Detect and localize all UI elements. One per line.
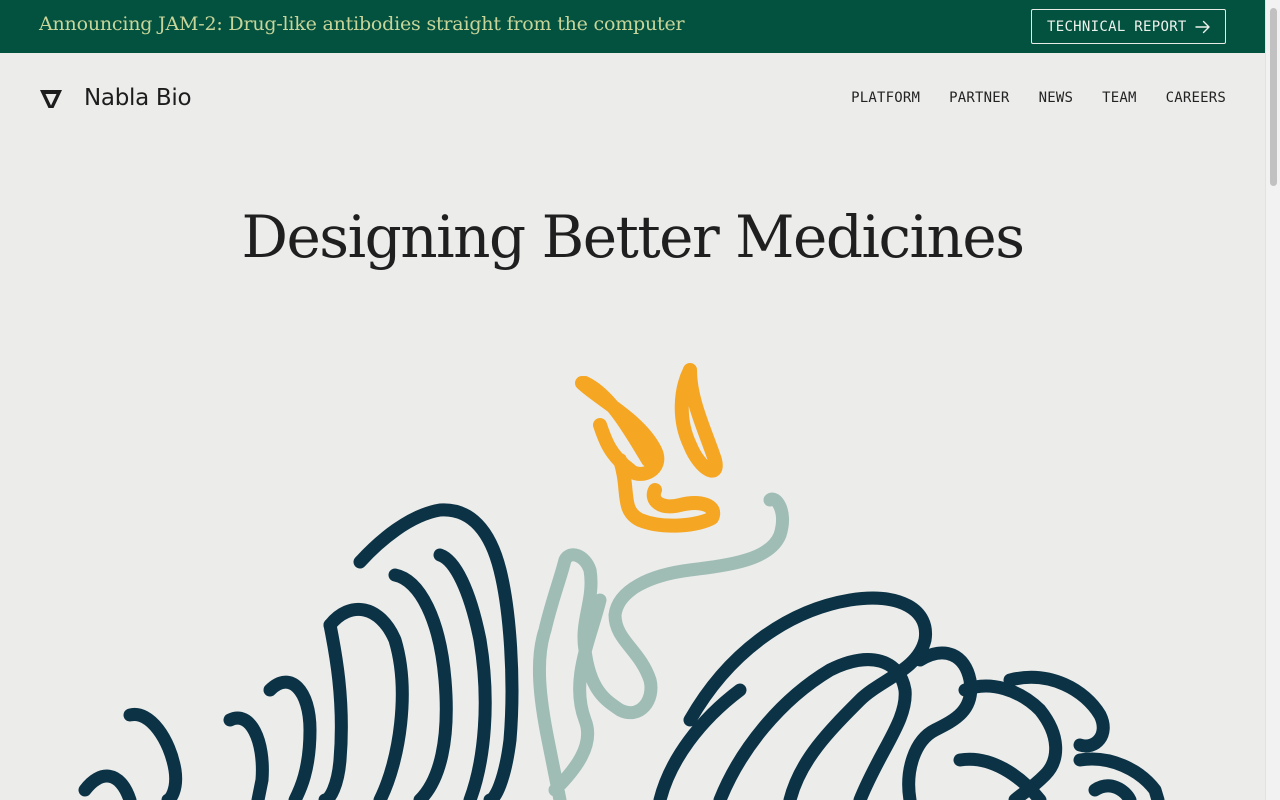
technical-report-label: TECHNICAL REPORT [1047, 18, 1187, 35]
dark-strand-right-7 [953, 752, 1047, 800]
announcement-link[interactable]: Announcing JAM-2: Drug-like antibodies s… [39, 13, 685, 35]
page: Announcing JAM-2: Drug-like antibodies s… [0, 0, 1265, 800]
nabla-logo-icon [40, 90, 62, 108]
brand-name: Nabla Bio [84, 85, 192, 111]
hero-title: Designing Better Medicines [241, 203, 1025, 271]
dark-strand-left-7 [223, 711, 269, 800]
brand-logo[interactable]: Nabla Bio [39, 85, 192, 112]
protein-illustration [78, 363, 1165, 800]
nav-news[interactable]: NEWS [1039, 90, 1074, 106]
nav-careers[interactable]: CAREERS [1166, 90, 1226, 106]
arrow-right-icon [1195, 20, 1210, 34]
main-nav: PLATFORM PARTNER NEWS TEAM CAREERS [851, 90, 1226, 106]
nav-team[interactable]: TEAM [1102, 90, 1137, 106]
accent-strand [575, 363, 723, 533]
dark-strand-right-5 [958, 679, 1063, 800]
nav-platform[interactable]: PLATFORM [851, 90, 920, 106]
technical-report-button[interactable]: TECHNICAL REPORT [1031, 9, 1226, 44]
scrollbar-thumb[interactable] [1270, 8, 1277, 186]
announcement-banner: Announcing JAM-2: Drug-like antibodies s… [0, 0, 1265, 53]
dark-strand-right-4 [902, 646, 978, 800]
dark-strand-right-9 [1088, 779, 1137, 800]
dark-strand-left-6 [263, 675, 317, 800]
dark-strand-left-9 [78, 769, 137, 800]
dark-strand-left-8 [123, 708, 183, 800]
page-scrollbar[interactable] [1265, 0, 1280, 800]
nav-partner[interactable]: PARTNER [949, 90, 1009, 106]
dark-strand-left-5 [318, 618, 348, 800]
